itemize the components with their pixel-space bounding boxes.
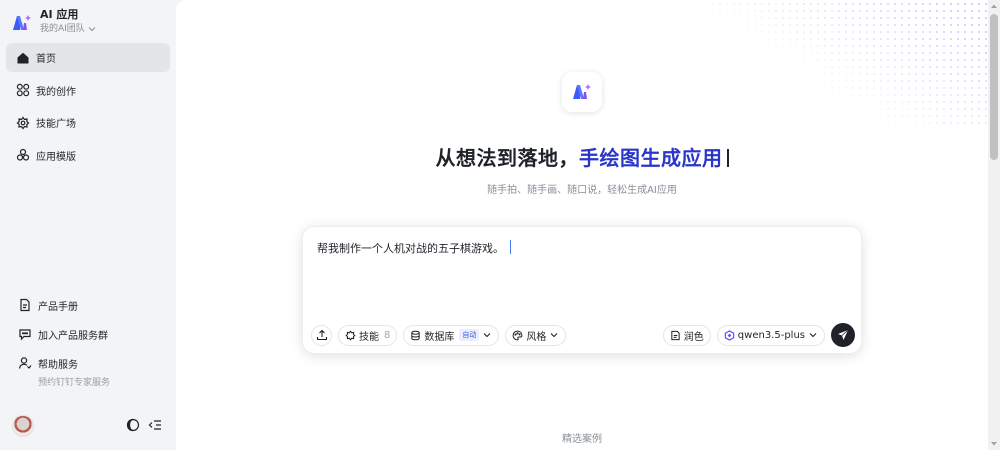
decorative-dot-pattern <box>691 3 987 124</box>
sidebar-item-label: 加入产品服务群 <box>38 331 108 342</box>
skills-count: 8 <box>384 329 391 341</box>
sidebar-item-label: 首页 <box>36 54 56 65</box>
sidebar-nav: 首页 我的创作 技能广场 应用模版 <box>6 43 170 173</box>
scrollbar-thumb[interactable] <box>990 14 998 160</box>
upload-button[interactable] <box>311 324 332 346</box>
sidebar-item-my-creations[interactable]: 我的创作 <box>6 76 170 105</box>
skills-icon <box>345 329 356 341</box>
chevron-down-icon <box>88 27 96 32</box>
scrollbar[interactable] <box>988 0 1000 450</box>
sidebar-item-templates[interactable]: 应用模版 <box>6 141 170 170</box>
style-label: 风格 <box>526 331 547 343</box>
database-dropdown[interactable]: 数据库 自动 <box>403 324 500 346</box>
skills-icon <box>16 116 30 130</box>
templates-icon <box>16 148 30 162</box>
page-subtitle: 随手拍、随手画、随口说，轻松生成AI应用 <box>487 185 677 196</box>
center-logo <box>562 72 602 112</box>
database-icon <box>411 330 421 340</box>
sidebar-item-home[interactable]: 首页 <box>6 43 170 72</box>
collapse-sidebar-icon[interactable] <box>148 417 162 436</box>
composer-toolbar: 技能 8 数据库 自动 风格 润色 qwen3.5-plus <box>311 323 855 347</box>
style-dropdown[interactable]: 风格 <box>505 324 567 346</box>
app-title: AI 应用 <box>40 8 79 21</box>
app-logo-icon <box>13 15 31 30</box>
prompt-input[interactable]: 帮我制作一个人机对战的五子棋游戏。 <box>317 240 511 256</box>
page-headline: 从想法到落地，手绘图生成应用 <box>176 142 988 171</box>
database-auto-badge: 自动 <box>459 329 480 341</box>
main-panel: 从想法到落地，手绘图生成应用 随手拍、随手画、随口说，轻松生成AI应用 帮我制作… <box>176 0 988 450</box>
chevron-down-icon <box>809 333 817 338</box>
user-help-icon <box>18 356 32 370</box>
sidebar-item-help[interactable]: 帮助服务 预约钉钉专家服务 <box>6 356 170 388</box>
database-label: 数据库 <box>424 331 455 343</box>
qwen-logo-icon <box>724 329 735 341</box>
app-logo-icon <box>573 84 591 99</box>
scroll-up-arrow-icon[interactable] <box>990 2 998 10</box>
skills-label: 技能 <box>359 331 379 343</box>
brand[interactable]: AI 应用 我的AI团队 <box>10 8 96 36</box>
headline-prefix: 从想法到落地， <box>435 146 579 170</box>
palette-icon <box>512 330 523 340</box>
sidebar-item-label: 帮助服务 <box>38 360 78 371</box>
help-subtitle: 预约钉钉专家服务 <box>38 378 111 388</box>
team-switcher[interactable]: 我的AI团队 <box>40 22 96 36</box>
grid-circles-icon <box>16 83 30 97</box>
model-label: qwen3.5-plus <box>737 329 805 341</box>
polish-label: 润色 <box>683 331 704 343</box>
chat-icon <box>18 327 32 341</box>
sidebar-footer <box>12 414 162 438</box>
sidebar-bottom-nav: 产品手册 加入产品服务群 帮助服务 预约钉钉专家服务 <box>6 298 170 402</box>
sidebar: AI 应用 我的AI团队 首页 我的创作 技能广场 应用模版 产品手册 加入产品… <box>0 0 176 450</box>
sidebar-item-label: 我的创作 <box>36 86 76 98</box>
prompt-composer: 帮我制作一个人机对战的五子棋游戏。 技能 8 数据库 自动 风格 润色 qwen… <box>302 226 862 354</box>
document-icon <box>18 298 32 312</box>
sidebar-item-label: 产品手册 <box>38 302 78 313</box>
team-name: 我的AI团队 <box>40 24 85 34</box>
model-selector[interactable]: qwen3.5-plus <box>716 324 825 346</box>
sidebar-item-manual[interactable]: 产品手册 <box>6 298 170 313</box>
home-icon <box>16 51 30 65</box>
upload-icon <box>316 329 327 341</box>
send-icon <box>838 329 849 340</box>
headline-highlight: 手绘图生成应用 <box>579 146 723 170</box>
send-button[interactable] <box>831 323 855 347</box>
scroll-down-arrow-icon[interactable] <box>990 440 998 448</box>
theme-toggle-icon[interactable] <box>126 417 140 436</box>
prompt-text: 帮我制作一个人机对战的五子棋游戏。 <box>317 242 504 255</box>
sidebar-item-skills[interactable]: 技能广场 <box>6 108 170 137</box>
skills-button[interactable]: 技能 8 <box>338 324 398 346</box>
featured-section-title: 精选案例 <box>562 434 602 445</box>
chevron-down-icon <box>550 333 558 338</box>
sidebar-item-label: 应用模版 <box>36 151 76 163</box>
chevron-down-icon <box>483 333 491 338</box>
avatar[interactable] <box>12 415 34 437</box>
typing-caret <box>726 149 729 167</box>
sidebar-item-label: 技能广场 <box>36 119 76 130</box>
polish-icon <box>671 330 680 340</box>
sidebar-item-service-group[interactable]: 加入产品服务群 <box>6 327 170 342</box>
text-caret <box>510 240 511 254</box>
polish-button[interactable]: 润色 <box>662 324 711 346</box>
